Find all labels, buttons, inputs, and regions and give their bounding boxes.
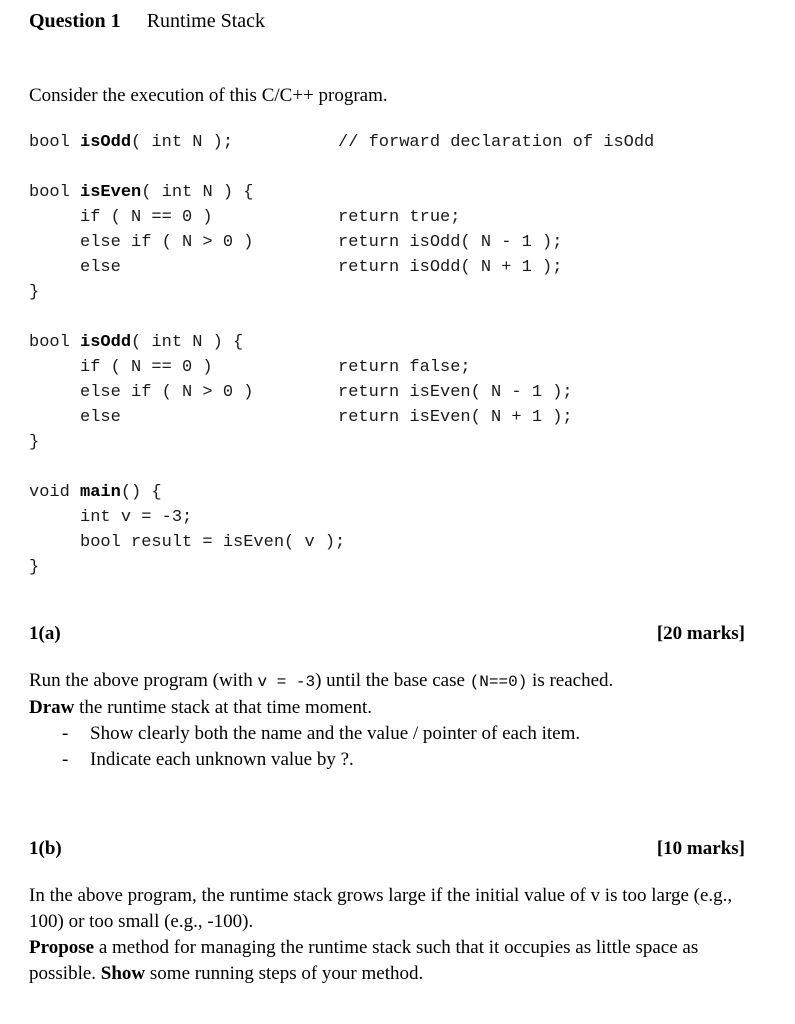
- code-function-name: isOdd: [80, 333, 132, 352]
- part-b-body: In the above program, the runtime stack …: [29, 883, 759, 987]
- code-text: () {: [120, 483, 162, 502]
- dash-bullet-icon: -: [62, 723, 69, 744]
- code-right-column: return isOdd( N - 1 );: [338, 233, 563, 252]
- code-line: if ( N == 0 ) return false;: [29, 355, 471, 380]
- code-line: if ( N == 0 ) return true;: [29, 205, 460, 230]
- code-line: }: [29, 280, 345, 305]
- list-item: - Show clearly both the name and the valu…: [29, 721, 759, 747]
- code-text: ( int N ) {: [131, 333, 244, 352]
- dash-bullet-icon: -: [62, 749, 69, 770]
- code-right-column: // forward declaration of isOdd: [338, 133, 655, 152]
- part-a-line2-rest: the runtime stack at that time moment.: [74, 697, 372, 718]
- code-listing: bool isOdd( int N );// forward declarati…: [29, 130, 654, 580]
- part-a-bullet-list: - Show clearly both the name and the valu…: [29, 721, 759, 773]
- list-item: - Indicate each unknown value by ?.: [29, 747, 759, 773]
- code-text: else if ( N > 0 ): [29, 233, 254, 252]
- code-text: bool: [29, 183, 81, 202]
- code-text: else: [29, 408, 121, 427]
- part-b-header: 1(b) [10 marks]: [29, 837, 745, 861]
- code-text: }: [29, 558, 40, 577]
- part-a-line1-post: is reached.: [527, 670, 614, 691]
- part-b-label: 1(b): [29, 838, 62, 859]
- code-line: else return isOdd( N + 1 );: [29, 255, 562, 280]
- list-item-label: Indicate each unknown value by ?.: [90, 749, 354, 770]
- part-a-line1-mid: ) until the base case: [315, 670, 470, 691]
- part-a-line1: Run the above program (with v = -3) unti…: [29, 668, 759, 695]
- code-line: bool isOdd( int N ) {: [29, 330, 345, 355]
- code-line: }: [29, 555, 345, 580]
- document-page: Question 1 Runtime Stack Consider the exe…: [0, 0, 795, 1024]
- code-text: }: [29, 283, 40, 302]
- page-title: Question 1 Runtime Stack: [29, 8, 265, 34]
- code-right-column: return false;: [338, 358, 471, 377]
- code-text: void: [29, 483, 81, 502]
- code-text: ( int N );: [131, 133, 234, 152]
- code-text: if ( N == 0 ): [29, 358, 213, 377]
- part-b-marks: [10 marks]: [656, 838, 745, 859]
- code-text: }: [29, 433, 40, 452]
- intro-text: Consider the execution of this C/C++ pro…: [29, 85, 388, 106]
- part-a-header: 1(a) [20 marks]: [29, 622, 745, 646]
- question-topic: Runtime Stack: [146, 10, 266, 32]
- code-function-name: isOdd: [80, 133, 132, 152]
- code-function-name: main: [80, 483, 121, 502]
- code-line: else return isEven( N + 1 );: [29, 405, 573, 430]
- code-text: bool: [29, 333, 81, 352]
- code-line: void main() {: [29, 480, 345, 505]
- code-right-column: return true;: [338, 208, 461, 227]
- code-line: else if ( N > 0 ) return isOdd( N - 1 );: [29, 230, 562, 255]
- part-a-marks: [20 marks]: [656, 623, 745, 644]
- code-line: else if ( N > 0 ) return isEven( N - 1 );: [29, 380, 573, 405]
- code-line: bool isEven( int N ) {: [29, 180, 345, 205]
- part-b-para2-end: some running steps of your method.: [145, 963, 424, 984]
- part-b-propose-keyword: Propose: [29, 937, 95, 958]
- code-right-column: return isEven( N + 1 );: [338, 408, 573, 427]
- part-a-label: 1(a): [29, 623, 61, 644]
- part-a-value-expression: v = -3: [257, 673, 316, 691]
- code-text: bool: [29, 133, 81, 152]
- code-line: }: [29, 430, 345, 455]
- code-text: ( int N ) {: [141, 183, 254, 202]
- code-text: else if ( N > 0 ): [29, 383, 254, 402]
- question-number: Question 1: [29, 10, 121, 32]
- code-text: bool result = isEven( v );: [29, 533, 346, 552]
- code-right-column: return isOdd( N + 1 );: [338, 258, 563, 277]
- part-a-line2: Draw the runtime stack at that time mome…: [29, 695, 759, 721]
- code-line: int v = -3;: [29, 505, 345, 530]
- part-b-para2: Propose a method for managing the runtim…: [29, 935, 759, 987]
- part-a-body: Run the above program (with v = -3) unti…: [29, 668, 759, 773]
- list-item-label: Show clearly both the name and the value…: [90, 723, 581, 744]
- code-line: bool result = isEven( v );: [29, 530, 345, 555]
- part-a-base-case-expression: (N==0): [469, 673, 528, 691]
- part-a-draw-keyword: Draw: [29, 697, 75, 718]
- part-b-para1: In the above program, the runtime stack …: [29, 885, 733, 932]
- code-line: bool isOdd( int N ); // forward declarati…: [29, 130, 654, 155]
- code-right-column: return isEven( N - 1 );: [338, 383, 573, 402]
- code-function-name: isEven: [80, 183, 142, 202]
- code-text: if ( N == 0 ): [29, 208, 213, 227]
- part-b-show-keyword: Show: [100, 963, 146, 984]
- code-text: int v = -3;: [29, 508, 193, 527]
- part-a-line1-pre: Run the above program (with: [29, 670, 258, 691]
- code-text: else: [29, 258, 121, 277]
